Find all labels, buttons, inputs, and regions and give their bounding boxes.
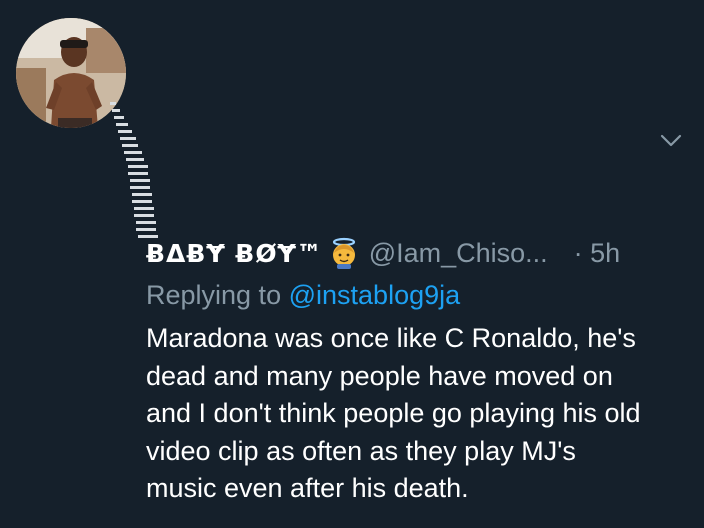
tweet-text-line: Maradona was once like C Ronaldo, he's: [146, 323, 636, 353]
tweet-text-line: dead and many people have moved on: [146, 360, 613, 391]
tweet-text-line: and I don't think people go playing his …: [146, 398, 641, 428]
decorative-text-column: [104, 100, 164, 250]
replying-label: Replying to: [146, 280, 282, 310]
tweet-menu-button[interactable]: [660, 133, 682, 149]
user-handle[interactable]: @Iam_Chiso...: [369, 238, 548, 269]
display-name[interactable]: ɃΔɃɎ ɃØɎ™: [146, 239, 323, 268]
mention-link[interactable]: @instablog9ja: [289, 280, 461, 310]
tweet-text-line: video clip as often as they play MJ's: [146, 435, 576, 466]
angel-emoji-icon: [329, 237, 359, 269]
tweet-text-line: music even after his death.: [146, 473, 469, 503]
tweet-header: ɃΔɃɎ ɃØɎ™ @Iam_Chiso... · 5h: [146, 234, 620, 272]
replying-to: Replying to @instablog9ja: [146, 280, 460, 311]
timestamp[interactable]: · 5h: [574, 238, 621, 269]
tweet-text: Maradona was once like C Ronaldo, he's d…: [146, 320, 698, 508]
chevron-down-icon: [660, 134, 682, 147]
